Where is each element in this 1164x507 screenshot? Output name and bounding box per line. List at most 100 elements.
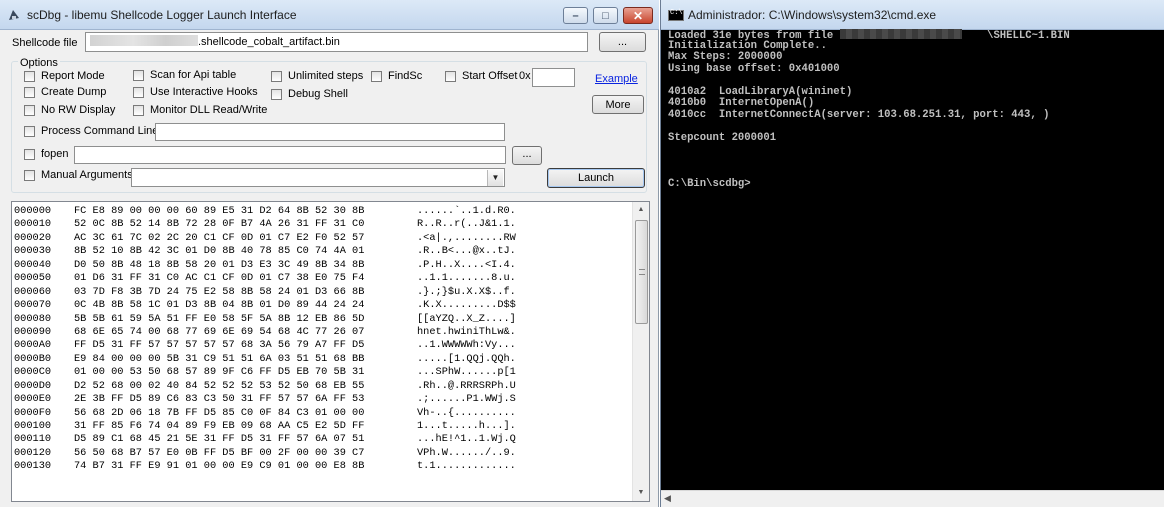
checkbox-box <box>24 148 35 160</box>
hex-bytes: 68 6E 65 74 00 68 77 69 6E 69 54 68 4C 7… <box>74 325 365 338</box>
manual-arguments-select[interactable]: ▼ <box>131 168 505 187</box>
shellcode-browse-button[interactable]: ... <box>599 32 646 52</box>
console-line: C:\Bin\scdbg> <box>668 177 751 190</box>
launch-button[interactable]: Launch <box>547 168 645 188</box>
console-line: 4010cc InternetConnectA(server: 103.68.2… <box>668 108 1050 121</box>
cmd-window: Administrador: C:\Windows\system32\cmd.e… <box>660 0 1164 507</box>
fopen-browse-button[interactable]: ... <box>512 146 542 165</box>
hex-ascii: t.1............. <box>417 460 516 473</box>
hex-ascii: .....[1.QQj.QQh. <box>417 352 516 365</box>
hex-offset: 000020 <box>14 231 52 244</box>
hex-offset: 000100 <box>14 420 52 432</box>
checkbox-box <box>24 86 35 98</box>
maximize-icon: □ <box>602 9 609 22</box>
hex-bytes: 0C 4B 8B 58 1C 01 D3 8B 04 8B 01 D0 89 4… <box>74 299 365 312</box>
hex-dump-row: 000070 0C 4B 8B 58 1C 01 D3 8B 04 8B 01 D… <box>14 299 516 312</box>
hex-dump-row: 000040 D0 50 8B 48 18 8B 58 20 01 D3 E3 3… <box>14 259 516 272</box>
hex-ascii: Vh-..{.......... <box>417 406 516 419</box>
hex-ascii: .P.H..X....<I.4. <box>417 258 516 271</box>
console-line: Loaded 31e bytes from file \SHELLC~1.BIN <box>668 29 1070 42</box>
hex-dump-row: 0000F0 56 68 2D 06 18 7B FF D5 85 C0 0F 8… <box>14 407 516 420</box>
hex-bytes: D5 89 C1 68 45 21 5E 31 FF D5 31 FF 57 6… <box>74 433 365 446</box>
hex-bytes: D2 52 68 00 02 40 84 52 52 52 53 52 50 6… <box>74 379 365 392</box>
report-mode-checkbox[interactable]: Report Mode <box>24 70 105 82</box>
hex-dump-row: 0000C0 01 00 00 53 50 68 57 89 9F C6 FF D… <box>14 366 516 379</box>
manual-arguments-checkbox[interactable]: Manual Arguments <box>24 169 133 181</box>
process-command-line-checkbox[interactable]: Process Command Line <box>24 125 158 137</box>
redacted-path <box>90 35 198 46</box>
hex-offset: 000000 <box>14 205 52 217</box>
hex-ascii: R..R..r(..J&1.1. <box>417 218 516 231</box>
options-title: Options <box>18 57 60 69</box>
unlimited-steps-checkbox[interactable]: Unlimited steps <box>271 70 363 82</box>
cmd-titlebar[interactable]: Administrador: C:\Windows\system32\cmd.e… <box>661 0 1164 30</box>
hex-bytes: 56 68 2D 06 18 7B FF D5 85 C0 0F 84 C3 0… <box>74 406 365 419</box>
minimize-button[interactable]: – <box>563 7 588 24</box>
scdbg-titlebar[interactable]: scDbg - libemu Shellcode Logger Launch I… <box>0 0 659 30</box>
console-hscrollbar[interactable]: ◀ <box>661 490 1164 507</box>
scroll-down-icon[interactable]: ▼ <box>633 485 649 501</box>
process-command-line-input[interactable] <box>155 123 505 141</box>
hex-dump-row: 000050 01 D6 31 FF 31 C0 AC C1 CF 0D 01 C… <box>14 272 516 285</box>
hex-offset: 000010 <box>14 218 52 231</box>
hex-offset: 0000E0 <box>14 393 52 406</box>
hex-offset: 000030 <box>14 245 52 258</box>
hex-offset: 000110 <box>14 433 52 446</box>
hex-dump-row: 0000E0 2E 3B FF D5 89 C6 83 C3 50 31 FF 5… <box>14 393 516 406</box>
example-link[interactable]: Example <box>595 73 638 85</box>
console-output[interactable]: Loaded 31e bytes from file \SHELLC~1.BIN… <box>668 29 1148 492</box>
hex-ascii: .K.X.........D$$ <box>417 299 516 312</box>
hex-offset: 0000B0 <box>14 352 52 365</box>
hex-offset: 000090 <box>14 325 52 338</box>
start-offset-prefix: 0x <box>519 70 531 82</box>
hex-bytes: 01 00 00 53 50 68 57 89 9F C6 FF D5 EB 7… <box>74 366 365 379</box>
more-button[interactable]: More <box>592 95 644 114</box>
close-icon: ✕ <box>632 8 644 23</box>
hex-dump-view[interactable]: 000000 FC E8 89 00 00 00 60 89 E5 31 D2 6… <box>11 201 650 502</box>
shellcode-file-label: Shellcode file <box>12 37 78 49</box>
scroll-left-icon[interactable]: ◀ <box>664 493 671 504</box>
checkbox-box <box>133 104 144 116</box>
create-dump-checkbox[interactable]: Create Dump <box>24 86 106 98</box>
hex-ascii: hnet.hwiniThLw&. <box>417 325 516 338</box>
hex-ascii: ...SPhW......p[1 <box>417 366 516 379</box>
shellcode-file-value: .shellcode_cobalt_artifact.bin <box>198 36 340 48</box>
hex-dump-row: 000110 D5 89 C1 68 45 21 5E 31 FF D5 31 F… <box>14 433 516 446</box>
scroll-thumb[interactable] <box>635 220 648 324</box>
console-line: Using base offset: 0x401000 <box>668 62 840 75</box>
findsc-checkbox[interactable]: FindSc <box>371 70 422 82</box>
console-icon <box>668 9 684 21</box>
start-offset-checkbox[interactable]: Start Offset <box>445 70 517 82</box>
start-offset-input[interactable] <box>532 68 575 87</box>
maximize-button[interactable]: □ <box>593 7 618 24</box>
hex-dump-row: 000080 5B 5B 61 59 5A 51 FF E0 58 5F 5A 8… <box>14 313 516 326</box>
hex-dump-row: 000090 68 6E 65 74 00 68 77 69 6E 69 54 6… <box>14 326 516 339</box>
shellcode-file-input[interactable]: .shellcode_cobalt_artifact.bin <box>85 32 588 52</box>
scan-api-table-checkbox[interactable]: Scan for Api table <box>133 69 236 81</box>
hex-ascii: VPh.W....../..9. <box>417 446 516 459</box>
hex-offset: 0000F0 <box>14 406 52 419</box>
close-button[interactable]: ✕ <box>623 7 653 24</box>
interactive-hooks-checkbox[interactable]: Use Interactive Hooks <box>133 86 258 98</box>
hex-ascii: .;......P1.WWj.S <box>417 393 516 406</box>
hex-bytes: FC E8 89 00 00 00 60 89 E5 31 D2 64 8B 5… <box>74 205 365 217</box>
scroll-up-icon[interactable]: ▲ <box>633 202 649 218</box>
hex-dump-lines: 000000 FC E8 89 00 00 00 60 89 E5 31 D2 6… <box>14 205 516 474</box>
no-rw-display-checkbox[interactable]: No RW Display <box>24 104 115 116</box>
monitor-dll-checkbox[interactable]: Monitor DLL Read/Write <box>133 104 267 116</box>
window-title: scDbg - libemu Shellcode Logger Launch I… <box>27 8 297 22</box>
hex-dump-scrollbar[interactable]: ▲ ▼ <box>632 202 649 501</box>
hex-bytes: D0 50 8B 48 18 8B 58 20 01 D3 E3 3C 49 8… <box>74 258 365 271</box>
fopen-input[interactable] <box>74 146 506 164</box>
hex-bytes: AC 3C 61 7C 02 2C 20 C1 CF 0D 01 C7 E2 F… <box>74 231 365 244</box>
scdbg-window: scDbg - libemu Shellcode Logger Launch I… <box>0 0 659 507</box>
checkbox-box <box>445 70 456 82</box>
debug-shell-checkbox[interactable]: Debug Shell <box>271 88 348 100</box>
checkbox-box <box>24 169 35 181</box>
fopen-checkbox[interactable]: fopen <box>24 148 69 160</box>
chevron-down-icon[interactable]: ▼ <box>487 170 503 186</box>
